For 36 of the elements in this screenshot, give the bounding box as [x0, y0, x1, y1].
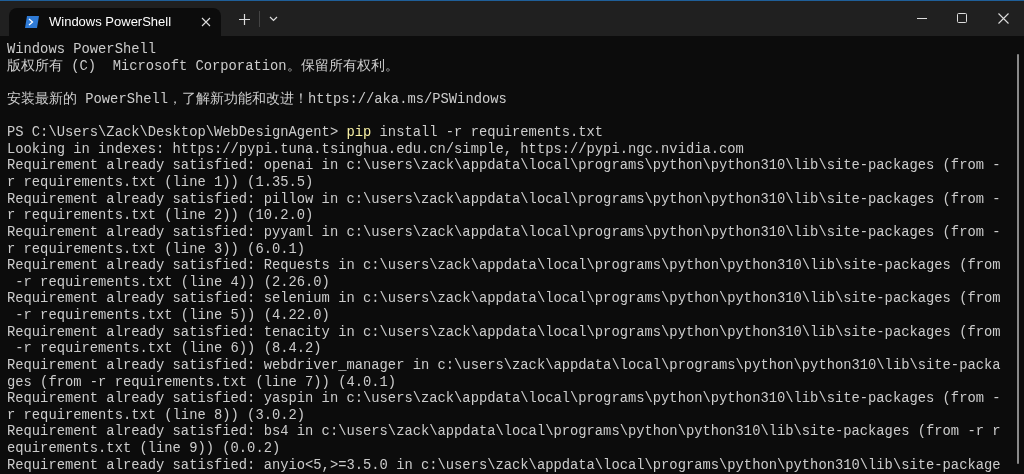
tab-title: Windows PowerShell: [49, 13, 173, 32]
close-icon: [997, 12, 1009, 24]
maximize-icon: [957, 13, 967, 23]
output-line: r requirements.txt (line 1)) (1.35.5): [7, 175, 314, 192]
command-text: pip: [346, 125, 372, 142]
output-line: equirements.txt (line 9)) (0.0.2): [7, 441, 281, 458]
output-line: Requirement already satisfied: yaspin in c:\users\zack\appdata\local\programs\python\python310\lib\site-packages (from -: [7, 391, 1001, 408]
output-line: Requirement already satisfied: tenacity in c:\users\zack\appdata\local\programs\python\python310\lib\site-packages (from: [7, 324, 1001, 341]
argument-text: install -r requirements.txt: [378, 125, 604, 142]
output-line: r requirements.txt (line 2)) (10.2.0): [7, 208, 314, 225]
output-line: -r requirements.txt (line 6)) (8.4.2): [14, 341, 322, 358]
output-line: 版权所有 (C) Microsoft Corporation。保留所有权利。: [7, 58, 399, 76]
terminal-tab[interactable]: Windows PowerShell: [9, 8, 221, 36]
plus-icon: [238, 13, 250, 25]
output-line: Requirement already satisfied: webdriver_manager in c:\users\zack\appdata\local\programs\python\python310\lib\site-packa: [7, 357, 1001, 375]
output-line: Looking in indexes: https://pypi.tuna.tsinghua.edu.cn/simple, https://pypi.ngc.nvidia.com: [7, 141, 744, 158]
output-line: 安装最新的 PowerShell，了解新功能和改进！https://aka.ms/PSWindows: [7, 91, 507, 109]
prompt-text: PS C:\Users\Zack\Desktop\WebDesignAgent>: [7, 125, 340, 142]
output-line: Requirement already satisfied: Requests in c:\users\zack\appdata\local\programs\python\python310\lib\site-packages (from: [7, 258, 1001, 275]
output-line: Requirement already satisfied: openai in c:\users\zack\appdata\local\programs\python\python310\lib\site-packages (from -: [7, 158, 1001, 175]
chevron-down-icon: [268, 16, 278, 22]
output-line: Requirement already satisfied: selenium in c:\users\zack\appdata\local\programs\python\python310\lib\site-packages (from: [7, 291, 1001, 308]
output-line: Requirement already satisfied: pillow in c:\users\zack\appdata\local\programs\python\python310\lib\site-packages (from -: [7, 191, 1001, 208]
output-line: Windows PowerShell: [7, 42, 157, 58]
minimize-icon: [917, 17, 927, 19]
close-icon[interactable]: [201, 17, 211, 27]
scrollbar[interactable]: [1017, 54, 1019, 464]
output-line: Requirement already satisfied: bs4 in c:\users\zack\appdata\local\programs\python\python310\lib\site-packages (from -r r: [7, 424, 1001, 441]
output-line: ges (from -r requirements.txt (line 7)) (4.0.1): [7, 374, 397, 391]
powershell-icon: [25, 15, 39, 29]
output-line: -r requirements.txt (line 5)) (4.22.0): [14, 308, 330, 325]
output-line: -r requirements.txt (line 4)) (2.26.0): [14, 274, 330, 291]
output-line: Requirement already satisfied: anyio<5,>=3.5.0 in c:\users\zack\appdata\local\programs\python\python310\lib\site-package: [7, 457, 1001, 474]
output-line: r requirements.txt (line 3)) (6.0.1): [7, 241, 306, 258]
output-line: Requirement already satisfied: pyyaml in c:\users\zack\appdata\local\programs\python\python310\lib\site-packages (from -: [7, 224, 1001, 242]
output-line: r requirements.txt (line 8)) (3.0.2): [7, 407, 306, 424]
